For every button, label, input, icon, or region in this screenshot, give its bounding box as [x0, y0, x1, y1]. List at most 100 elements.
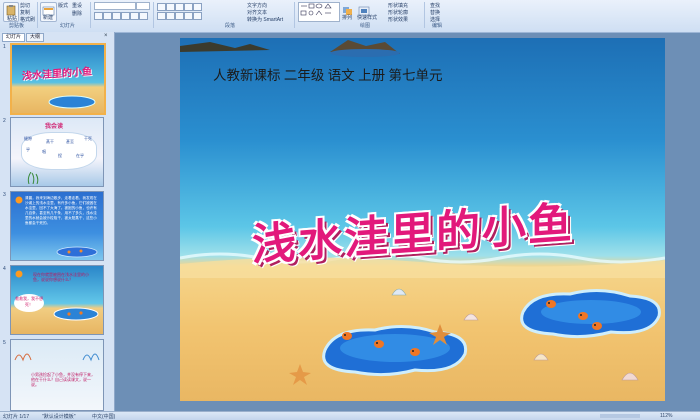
font-color-button[interactable]	[139, 12, 148, 20]
separator	[424, 2, 425, 28]
thumb5-text: 小男孩捡起了小鱼，并没有停下来，他在干什么？自己读读课文，说一说。	[31, 372, 95, 387]
tab-outline[interactable]: 大纲	[26, 33, 45, 42]
thumb2-word: 干死	[84, 136, 92, 141]
bold-button[interactable]	[94, 12, 103, 20]
close-pane-icon[interactable]: ×	[104, 33, 108, 39]
thumb2-word: 蒸干	[46, 139, 54, 144]
decrease-indent-button[interactable]	[175, 3, 184, 11]
align-text-button[interactable]: 对齐文本	[247, 9, 267, 16]
slide-number: 5	[3, 340, 6, 346]
fish-icon	[56, 246, 98, 258]
new-slide-label: 新建	[43, 15, 54, 21]
new-slide-button[interactable]: 新建	[40, 2, 57, 22]
thumb4-speech-bubble: 救救我，我不想死！	[14, 294, 44, 312]
slide-number: 2	[3, 118, 6, 124]
convert-smartart-button[interactable]: 转换为 SmartArt	[247, 16, 283, 23]
shape-outline-button[interactable]: 形状轮廓	[388, 9, 408, 16]
slide-canvas[interactable]: 人教新课标 二年级 语文 上册 第七单元 浅水洼里的小鱼	[180, 38, 665, 401]
strikethrough-button[interactable]	[121, 12, 130, 20]
shape-fill-button[interactable]: 形状填充	[388, 2, 408, 9]
delete-button[interactable]: 删除	[72, 10, 82, 17]
quick-styles-label: 快速样式	[357, 15, 378, 21]
tab-slides[interactable]: 幻灯片	[2, 33, 26, 42]
find-button[interactable]: 查找	[430, 2, 440, 9]
thumb2-word: 捏	[58, 153, 62, 158]
slide-thumbnail-4[interactable]: 现在你就是被困在浅水洼里的小鱼，说说你想说什么？ 救救我，我不想死！	[10, 265, 104, 335]
fish-icon	[374, 340, 384, 348]
shapes-gallery[interactable]	[298, 2, 340, 22]
seaweed-icon	[27, 172, 39, 184]
slide-number: 3	[3, 192, 6, 198]
fish-icon	[578, 312, 588, 320]
ribbon: 粘贴 剪切 复制 格式刷 剪贴板 新建 版式 重设 删除 幻灯片 文字方向 对齐…	[0, 0, 700, 33]
shell-icon	[391, 288, 407, 296]
sun-icon	[15, 196, 23, 204]
starfish-icon	[289, 364, 311, 385]
slide-number: 4	[3, 266, 6, 272]
numbering-button[interactable]	[166, 3, 175, 11]
font-size-select[interactable]	[136, 2, 150, 10]
italic-button[interactable]	[103, 12, 112, 20]
align-right-button[interactable]	[175, 12, 184, 20]
slide-thumbnail-5[interactable]: 小男孩捡起了小鱼，并没有停下来，他在干什么？自己读读课文，说一说。	[10, 339, 104, 411]
underline-button[interactable]	[112, 12, 121, 20]
slides-pane: 幻灯片 大纲 × 1 浅水洼里的小鱼 2 我会读 缝隙 蒸干 甚至 干死 乎 咽 …	[0, 32, 115, 411]
columns-button[interactable]	[193, 12, 202, 20]
shell-icon	[621, 372, 639, 381]
group-slides: 幻灯片	[60, 23, 76, 29]
justify-button[interactable]	[184, 12, 193, 20]
group-editing: 编辑	[432, 23, 443, 29]
arrange-label: 排列	[342, 15, 353, 21]
slide-subtitle[interactable]: 人教新课标 二年级 语文 上册 第七单元	[213, 64, 443, 84]
paste-button[interactable]: 粘贴	[3, 2, 19, 22]
slide-number: 1	[3, 44, 6, 50]
starfish-icon	[429, 324, 451, 345]
zoom-slider[interactable]	[600, 414, 640, 418]
thumb2-word: 乎	[26, 147, 30, 152]
copy-button[interactable]: 复制	[20, 9, 30, 16]
group-clipboard: 剪贴板	[9, 23, 25, 29]
cut-button[interactable]: 剪切	[20, 2, 30, 9]
separator	[294, 2, 295, 28]
word-cloud: 缝隙 蒸干 甚至 干死 乎 咽 捏 在乎	[21, 132, 97, 170]
layout-button[interactable]: 版式	[58, 2, 68, 9]
group-drawing: 绘图	[360, 23, 371, 29]
text-direction-button[interactable]: 文字方向	[247, 2, 267, 9]
increase-indent-button[interactable]	[184, 3, 193, 11]
shell-icon	[463, 313, 479, 321]
slide-thumbnail-1[interactable]: 浅水洼里的小鱼	[10, 43, 106, 115]
thumb2-word: 缝隙	[24, 136, 32, 141]
arrange-button[interactable]: 排列	[341, 3, 355, 21]
thumb3-text: 清晨，我来到海边散步，走着走着，我发现在沙滩上的浅水洼里，有许多小鱼，它们被困在…	[25, 196, 97, 225]
reset-button[interactable]: 重设	[72, 2, 82, 9]
puddle-icon	[48, 95, 96, 109]
quick-styles-button[interactable]: 快速样式	[357, 3, 377, 21]
font-name-select[interactable]	[94, 2, 136, 10]
zoom-level[interactable]: 112%	[660, 413, 672, 419]
pane-tabs: 幻灯片 大纲	[2, 33, 45, 42]
bullets-button[interactable]	[157, 3, 166, 11]
separator	[153, 2, 154, 28]
slide-thumbnail-2[interactable]: 我会读 缝隙 蒸干 甚至 干死 乎 咽 捏 在乎	[10, 117, 104, 187]
slide-thumbnail-3[interactable]: 清晨，我来到海边散步，走着走着，我发现在沙滩上的浅水洼里，有许多小鱼，它们被困在…	[10, 191, 104, 261]
thumb1-title: 浅水洼里的小鱼	[22, 66, 92, 83]
thumb4-text: 现在你就是被困在浅水洼里的小鱼，说说你想说什么？	[33, 272, 89, 282]
shapes-icon	[300, 3, 332, 16]
thumb2-word: 咽	[42, 149, 46, 154]
coral-border-icon	[14, 353, 100, 362]
separator	[90, 2, 91, 28]
replace-button[interactable]: 替换	[430, 9, 440, 16]
fish-icon	[342, 332, 352, 340]
line-spacing-button[interactable]	[193, 3, 202, 11]
fish-icon	[546, 300, 556, 308]
shadow-button[interactable]	[130, 12, 139, 20]
align-left-button[interactable]	[157, 12, 166, 20]
group-paragraph: 段落	[225, 23, 236, 29]
sun-icon	[15, 270, 23, 278]
thumb2-word: 在乎	[76, 153, 84, 158]
thumb2-word: 甚至	[66, 139, 74, 144]
paste-label: 粘贴	[7, 16, 18, 22]
align-center-button[interactable]	[166, 12, 175, 20]
separator	[37, 2, 38, 28]
shape-effects-button[interactable]: 形状效果	[388, 16, 408, 23]
